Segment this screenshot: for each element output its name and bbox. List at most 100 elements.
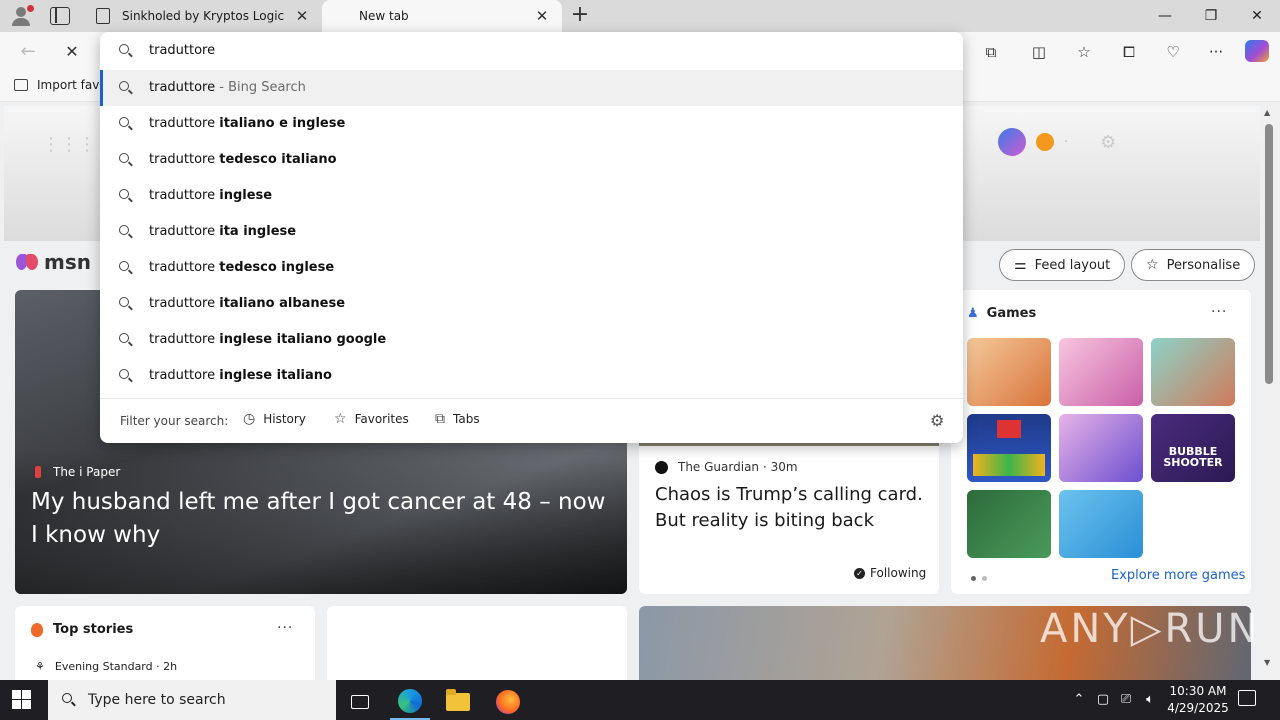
game-tile[interactable] xyxy=(1059,490,1143,558)
game-tile[interactable] xyxy=(1059,338,1143,406)
top-stories-more-icon[interactable]: ··· xyxy=(277,620,293,636)
address-bar-text[interactable]: traduttore xyxy=(149,43,215,58)
source-logo-icon xyxy=(35,466,41,478)
more-options-icon[interactable]: ··· xyxy=(1205,41,1227,63)
suggestion-item[interactable]: traduttore tedesco inglese xyxy=(100,250,963,286)
game-tile[interactable] xyxy=(967,414,1051,482)
tab-close-icon[interactable]: ✕ xyxy=(294,7,310,25)
address-bar-dropdown: traduttore traduttore - Bing Search trad… xyxy=(100,32,963,443)
system-clock[interactable]: 10:30 AM 4/29/2025 xyxy=(1160,683,1236,717)
suggestion-item[interactable]: traduttore tedesco italiano xyxy=(100,142,963,178)
windows-start-icon[interactable] xyxy=(12,690,32,710)
suggestion-item[interactable]: traduttore italiano albanese xyxy=(100,286,963,322)
copilot-icon[interactable] xyxy=(1245,40,1269,62)
apps-grid-icon[interactable]: ⋮⋮⋮ xyxy=(42,134,96,155)
star-icon: ☆ xyxy=(334,411,347,427)
restore-button[interactable]: ❐ xyxy=(1188,0,1234,32)
suggestion-prefix: traduttore xyxy=(149,116,220,131)
address-bar-input[interactable]: traduttore xyxy=(100,32,963,70)
tab-sinkholed[interactable]: Sinkholed by Kryptos Logic ✕ xyxy=(84,0,322,32)
suggestion-item[interactable]: traduttore ita inglese xyxy=(100,214,963,250)
game-tile[interactable] xyxy=(1151,338,1235,406)
device-icon[interactable]: ▢ xyxy=(1094,680,1112,720)
taskbar-file-explorer[interactable] xyxy=(438,684,478,720)
search-icon xyxy=(62,693,76,707)
suggestion-item[interactable]: traduttore inglese xyxy=(100,178,963,214)
scroll-down-icon[interactable]: ▼ xyxy=(1264,658,1270,667)
games-header: ♟ Games xyxy=(967,306,1036,321)
collections-icon[interactable]: ⧠ xyxy=(1118,41,1140,63)
top-stories-header: Top stories xyxy=(31,622,133,637)
close-window-button[interactable]: ✕ xyxy=(1234,0,1280,32)
search-settings-icon[interactable]: ⚙ xyxy=(930,411,944,430)
stop-loading-icon[interactable]: ✕ xyxy=(60,40,84,64)
carousel-dots[interactable] xyxy=(971,576,987,581)
search-icon xyxy=(119,261,133,275)
filter-history-button[interactable]: ◷ History xyxy=(243,411,306,427)
taskbar-search-box[interactable]: Type here to search xyxy=(48,680,336,720)
page-scrollbar[interactable]: ▲ ▼ xyxy=(1262,102,1276,680)
story-source[interactable]: ⚘ Evening Standard · 2h xyxy=(35,660,177,673)
split-screen-icon[interactable]: ◫ xyxy=(1028,41,1050,63)
feed-layout-label: Feed layout xyxy=(1034,257,1111,273)
suggestion-prefix: traduttore xyxy=(149,224,220,239)
suggestion-item[interactable]: traduttore inglese italiano xyxy=(100,358,963,394)
games-more-icon[interactable]: ··· xyxy=(1211,304,1227,320)
network-icon[interactable]: ⎚ xyxy=(1116,680,1136,720)
notification-icon[interactable] xyxy=(1238,690,1256,706)
folder-icon xyxy=(446,689,470,711)
back-icon[interactable]: ← xyxy=(16,40,40,64)
minimize-button[interactable]: — xyxy=(1142,0,1188,32)
scrollbar-thumb[interactable] xyxy=(1265,124,1273,384)
msn-logo[interactable]: msn xyxy=(16,250,91,274)
extensions-icon[interactable]: ⧉ xyxy=(980,41,1002,63)
personalise-button[interactable]: ☆ Personalise xyxy=(1131,249,1256,281)
tab-close-icon[interactable]: ✕ xyxy=(534,7,550,25)
story-title[interactable]: My husband left me after I got cancer at… xyxy=(31,486,611,552)
suggestion-prefix: traduttore xyxy=(149,332,220,347)
suggestion-item[interactable]: traduttore - Bing Search xyxy=(100,70,963,106)
following-label: Following xyxy=(870,566,927,580)
game-tile[interactable] xyxy=(1059,414,1143,482)
taskbar-search-placeholder: Type here to search xyxy=(88,692,226,708)
taskbar-firefox[interactable] xyxy=(488,684,528,720)
temperature-faded: · xyxy=(1064,134,1069,150)
search-icon xyxy=(119,81,133,95)
tab-new-tab[interactable]: New tab ✕ xyxy=(322,0,562,32)
check-icon: ✓ xyxy=(854,567,865,579)
task-view-button[interactable] xyxy=(340,684,380,720)
favorites-label: Favorites xyxy=(354,412,409,426)
story-title[interactable]: Chaos is Trump’s calling card. But reali… xyxy=(655,482,930,534)
tab-label: New tab xyxy=(359,9,409,23)
weather-icon[interactable] xyxy=(1036,133,1054,151)
filter-tabs-button[interactable]: ⧉ Tabs xyxy=(435,411,480,427)
taskbar-edge[interactable] xyxy=(390,684,430,720)
story-source: The Guardian · 30m xyxy=(655,460,798,474)
favorites-icon[interactable]: ☆ xyxy=(1073,41,1095,63)
game-tile[interactable] xyxy=(967,338,1051,406)
following-button[interactable]: ✓ Following xyxy=(854,566,926,580)
suggestion-completion: tedesco italiano xyxy=(219,152,337,167)
profile-icon[interactable] xyxy=(10,5,34,27)
search-icon xyxy=(119,44,133,58)
story-time: · 30m xyxy=(763,460,798,474)
volume-icon[interactable]: 🔈︎ xyxy=(1140,680,1160,720)
scroll-up-icon[interactable]: ▲ xyxy=(1264,108,1270,117)
game-tile[interactable]: BUBBLE SHOOTER xyxy=(1151,414,1235,482)
suggestion-prefix: traduttore xyxy=(149,188,220,203)
explore-more-games-link[interactable]: Explore more games xyxy=(1111,568,1245,583)
page-settings-icon[interactable]: ⚙ xyxy=(1100,132,1116,153)
clock-time: 10:30 AM xyxy=(1169,684,1227,698)
suggestion-item[interactable]: traduttore inglese italiano google xyxy=(100,322,963,358)
filter-favorites-button[interactable]: ☆ Favorites xyxy=(334,411,409,427)
show-hidden-icons-chevron[interactable]: ⌃ xyxy=(1070,680,1088,720)
feed-layout-button[interactable]: ⚌ Feed layout xyxy=(999,249,1126,281)
tab-actions-icon[interactable] xyxy=(50,7,70,25)
star-edit-icon: ☆ xyxy=(1146,257,1159,273)
game-tile[interactable] xyxy=(967,490,1051,558)
browser-essentials-icon[interactable]: ♡ xyxy=(1162,41,1184,63)
new-tab-button[interactable]: + xyxy=(568,4,592,28)
copilot-chat-icon[interactable] xyxy=(998,128,1026,156)
suggestion-item[interactable]: traduttore italiano e inglese xyxy=(100,106,963,142)
import-favorites-link[interactable]: Import favo xyxy=(14,78,107,92)
